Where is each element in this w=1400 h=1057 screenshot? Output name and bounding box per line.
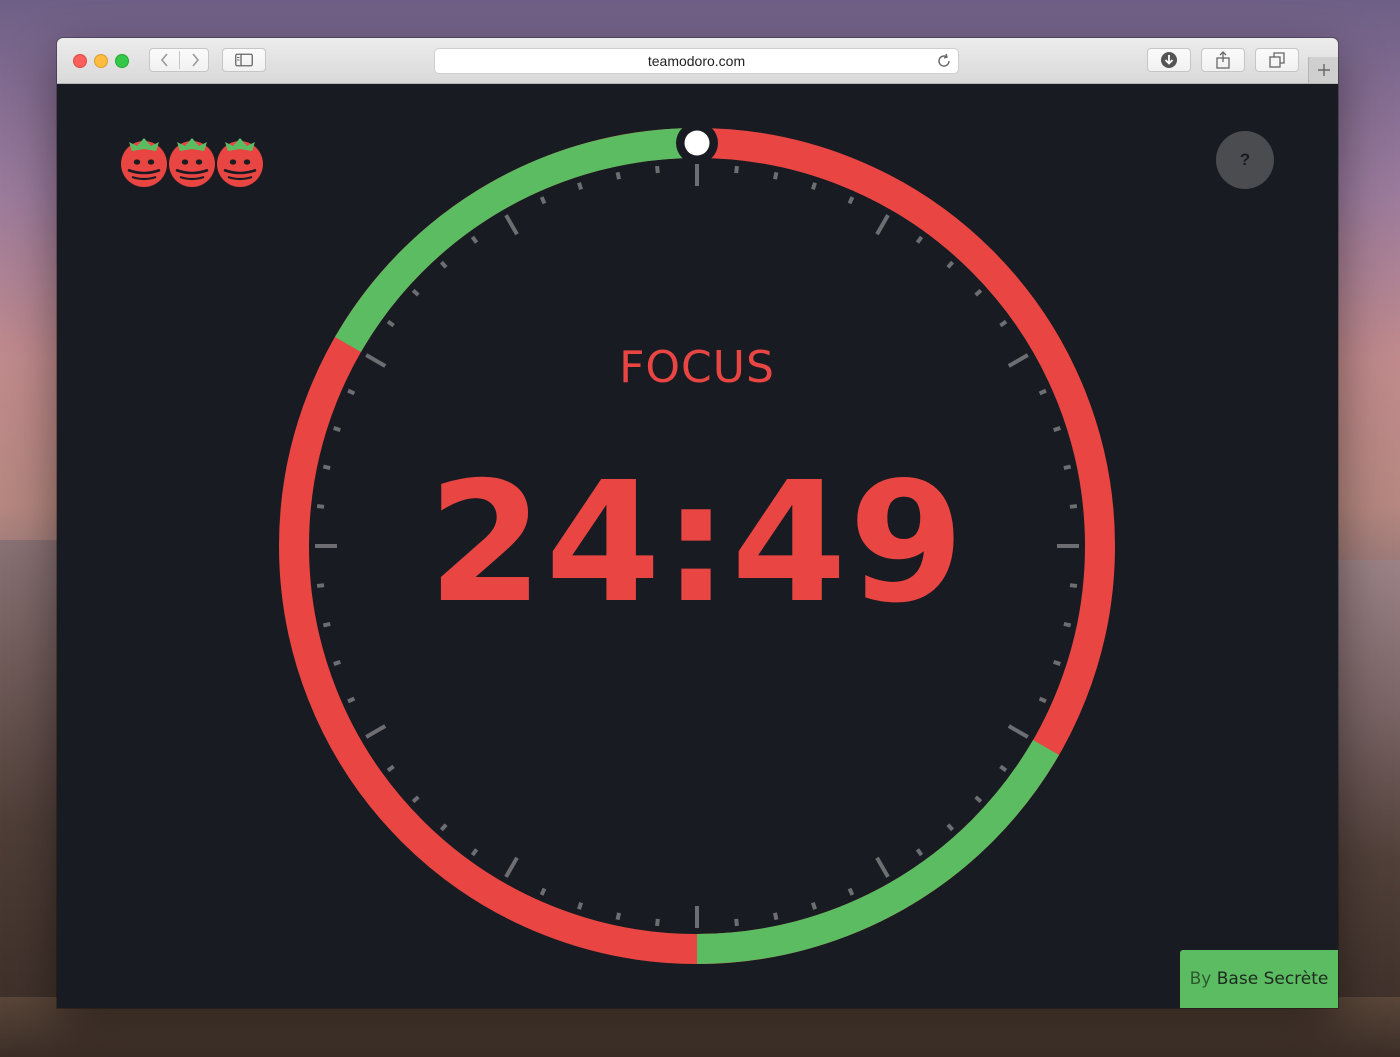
back-button[interactable]	[150, 49, 180, 71]
minor-tick	[773, 912, 779, 921]
plus-icon	[1318, 64, 1330, 76]
minor-tick	[386, 319, 395, 328]
minor-tick	[347, 696, 356, 704]
minor-tick	[439, 823, 448, 832]
minor-tick	[316, 583, 325, 588]
minor-tick	[847, 887, 855, 896]
tomato-icon	[169, 138, 215, 187]
download-button[interactable]	[1147, 48, 1191, 72]
minor-tick	[734, 165, 739, 174]
major-tick	[875, 214, 890, 236]
minor-tick	[615, 171, 621, 180]
time-remaining: 24:49	[427, 447, 967, 640]
minor-tick	[810, 902, 817, 910]
maximize-icon[interactable]	[115, 54, 129, 68]
minor-tick	[439, 260, 448, 269]
new-tab-button[interactable]	[1308, 57, 1338, 83]
minor-tick	[577, 182, 584, 190]
minor-tick	[1038, 696, 1047, 704]
minor-tick	[411, 795, 420, 804]
minor-tick	[333, 659, 341, 666]
minor-tick	[316, 504, 325, 509]
tomato-icon	[217, 138, 263, 187]
url-text: teamodoro.com	[647, 53, 746, 69]
minor-tick	[655, 918, 660, 927]
minor-tick	[773, 171, 779, 180]
minor-tick	[915, 848, 924, 857]
minor-tick	[539, 196, 547, 205]
minor-tick	[470, 848, 479, 857]
chevron-right-icon	[192, 53, 200, 67]
minor-tick	[1063, 622, 1072, 628]
minor-tick	[1063, 464, 1072, 470]
minor-tick	[974, 288, 983, 297]
credit-name-text: Base Secrète	[1216, 969, 1329, 989]
major-tick	[504, 856, 519, 878]
major-tick	[1007, 353, 1029, 368]
minor-tick	[999, 319, 1008, 328]
minor-tick	[322, 464, 331, 470]
tabs-button[interactable]	[1255, 48, 1299, 72]
share-button[interactable]	[1201, 48, 1245, 72]
minor-tick	[615, 912, 621, 921]
minor-tick	[386, 764, 395, 773]
teamodoro-logo[interactable]	[119, 130, 269, 190]
tomato-icon	[121, 138, 167, 187]
minor-tick	[1038, 388, 1047, 396]
minor-tick	[655, 165, 660, 174]
minor-tick	[333, 426, 341, 433]
forward-button[interactable]	[180, 49, 210, 71]
major-tick	[504, 214, 519, 236]
minor-tick	[847, 196, 855, 205]
minor-tick	[322, 622, 331, 628]
sidebar-icon	[235, 53, 253, 67]
minor-tick	[577, 902, 584, 910]
share-icon	[1216, 51, 1230, 69]
minor-tick	[915, 235, 924, 244]
minor-tick	[347, 388, 356, 396]
address-bar[interactable]: teamodoro.com	[434, 48, 959, 74]
progress-handle[interactable]	[676, 128, 718, 164]
download-icon	[1161, 52, 1177, 68]
minor-tick	[539, 887, 547, 896]
tabs-icon	[1269, 52, 1285, 68]
major-tick	[365, 724, 387, 739]
minor-tick	[411, 288, 420, 297]
credit-link[interactable]: By Base Secrète	[1180, 950, 1338, 1008]
sidebar-button[interactable]	[222, 48, 266, 72]
major-tick	[875, 856, 890, 878]
minor-tick	[974, 795, 983, 804]
minor-tick	[1069, 583, 1078, 588]
minor-tick	[810, 182, 817, 190]
handle-knob[interactable]	[684, 130, 710, 156]
close-icon[interactable]	[73, 54, 87, 68]
minor-tick	[1053, 426, 1061, 433]
browser-toolbar: teamodoro.com	[57, 38, 1338, 84]
minor-tick	[1053, 659, 1061, 666]
major-tick	[1007, 724, 1029, 739]
major-tick	[365, 353, 387, 368]
break-segment	[696, 739, 1059, 964]
navigation-buttons	[149, 48, 209, 72]
desktop-wallpaper-right	[1330, 560, 1400, 1057]
reload-icon[interactable]	[936, 53, 952, 69]
minor-tick	[946, 260, 955, 269]
minor-tick	[734, 918, 739, 927]
minimize-icon[interactable]	[94, 54, 108, 68]
minor-tick	[946, 823, 955, 832]
browser-window: teamodoro.com ? FOCUS 24:49 By Base Secr…	[57, 38, 1338, 1008]
credit-by-text: By	[1189, 969, 1212, 989]
break-segment	[335, 128, 698, 353]
minor-tick	[1069, 504, 1078, 509]
help-button[interactable]: ?	[1216, 131, 1274, 189]
chevron-left-icon	[160, 53, 168, 67]
page-content: ? FOCUS 24:49 By Base Secrète	[57, 84, 1338, 1008]
minor-tick	[470, 235, 479, 244]
minor-tick	[999, 764, 1008, 773]
mode-label: FOCUS	[619, 342, 775, 393]
